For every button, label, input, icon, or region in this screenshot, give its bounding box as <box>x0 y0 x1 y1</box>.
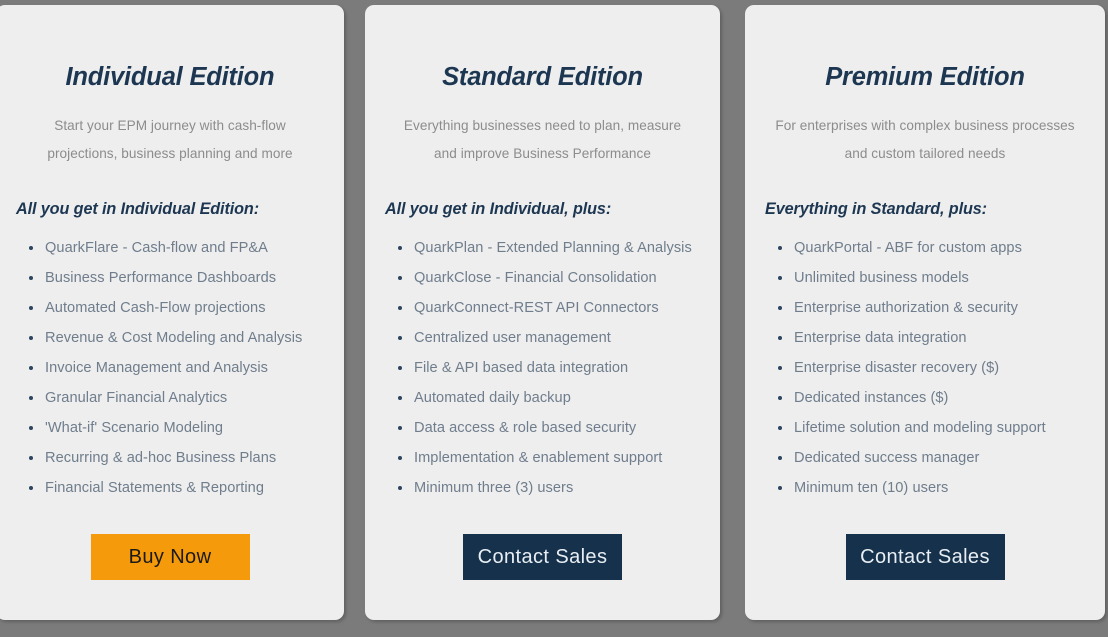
feature-item: Implementation & enablement support <box>385 443 708 473</box>
feature-item: Automated Cash-Flow projections <box>16 293 332 323</box>
feature-item: Dedicated instances ($) <box>765 383 1093 413</box>
contact-sales-button-premium[interactable]: Contact Sales <box>845 534 1005 580</box>
feature-item: QuarkFlare - Cash-flow and FP&A <box>16 233 332 263</box>
feature-item: Centralized user management <box>385 323 708 353</box>
features-heading-standard: All you get in Individual, plus: <box>385 199 612 218</box>
feature-item: QuarkPlan - Extended Planning & Analysis <box>385 233 708 263</box>
cta-wrap-standard: Contact Sales <box>365 534 720 580</box>
cta-wrap-premium: Contact Sales <box>745 534 1105 580</box>
feature-item: Enterprise data integration <box>765 323 1093 353</box>
feature-item: 'What-if' Scenario Modeling <box>16 413 332 443</box>
pricing-card-individual: Individual Edition Start your EPM journe… <box>0 5 344 620</box>
plan-title-individual: Individual Edition <box>65 63 275 91</box>
feature-item: Minimum ten (10) users <box>765 473 1093 503</box>
features-heading-premium: Everything in Standard, plus: <box>765 199 987 218</box>
features-heading-individual: All you get in Individual Edition: <box>16 199 260 218</box>
feature-item: Enterprise authorization & security <box>765 293 1093 323</box>
plan-subtitle-premium: For enterprises with complex business pr… <box>775 118 1075 161</box>
feature-item: QuarkClose - Financial Consolidation <box>385 263 708 293</box>
features-list-standard: QuarkPlan - Extended Planning & Analysis… <box>385 233 708 503</box>
feature-item: Business Performance Dashboards <box>16 263 332 293</box>
feature-item: Minimum three (3) users <box>385 473 708 503</box>
feature-item: Financial Statements & Reporting <box>16 473 332 503</box>
features-list-individual: QuarkFlare - Cash-flow and FP&A Business… <box>16 233 332 503</box>
pricing-plans-row: Individual Edition Start your EPM journe… <box>0 5 1108 620</box>
plan-title-standard: Standard Edition <box>442 63 643 91</box>
plan-title-premium: Premium Edition <box>825 63 1025 91</box>
contact-sales-button-standard[interactable]: Contact Sales <box>463 534 622 580</box>
feature-item: Granular Financial Analytics <box>16 383 332 413</box>
feature-item: Revenue & Cost Modeling and Analysis <box>16 323 332 353</box>
feature-item: Data access & role based security <box>385 413 708 443</box>
plan-features-individual: All you get in Individual Edition: Quark… <box>0 200 344 503</box>
pricing-card-premium: Premium Edition For enterprises with com… <box>745 5 1105 620</box>
feature-item: Enterprise disaster recovery ($) <box>765 353 1093 383</box>
feature-item: Unlimited business models <box>765 263 1093 293</box>
features-list-premium: QuarkPortal - ABF for custom apps Unlimi… <box>765 233 1093 503</box>
feature-item: Recurring & ad-hoc Business Plans <box>16 443 332 473</box>
feature-item: QuarkPortal - ABF for custom apps <box>765 233 1093 263</box>
feature-item: Dedicated success manager <box>765 443 1093 473</box>
plan-features-premium: Everything in Standard, plus: QuarkPorta… <box>745 200 1105 503</box>
feature-item: Automated daily backup <box>385 383 708 413</box>
plan-features-standard: All you get in Individual, plus: QuarkPl… <box>365 200 720 503</box>
feature-item: Invoice Management and Analysis <box>16 353 332 383</box>
plan-subtitle-standard: Everything businesses need to plan, meas… <box>403 118 682 161</box>
feature-item: QuarkConnect-REST API Connectors <box>385 293 708 323</box>
plan-subtitle-individual: Start your EPM journey with cash-flow pr… <box>47 118 293 161</box>
buy-now-button[interactable]: Buy Now <box>90 534 250 580</box>
feature-item: File & API based data integration <box>385 353 708 383</box>
cta-wrap-individual: Buy Now <box>0 534 344 580</box>
pricing-card-standard: Standard Edition Everything businesses n… <box>365 5 720 620</box>
feature-item: Lifetime solution and modeling support <box>765 413 1093 443</box>
